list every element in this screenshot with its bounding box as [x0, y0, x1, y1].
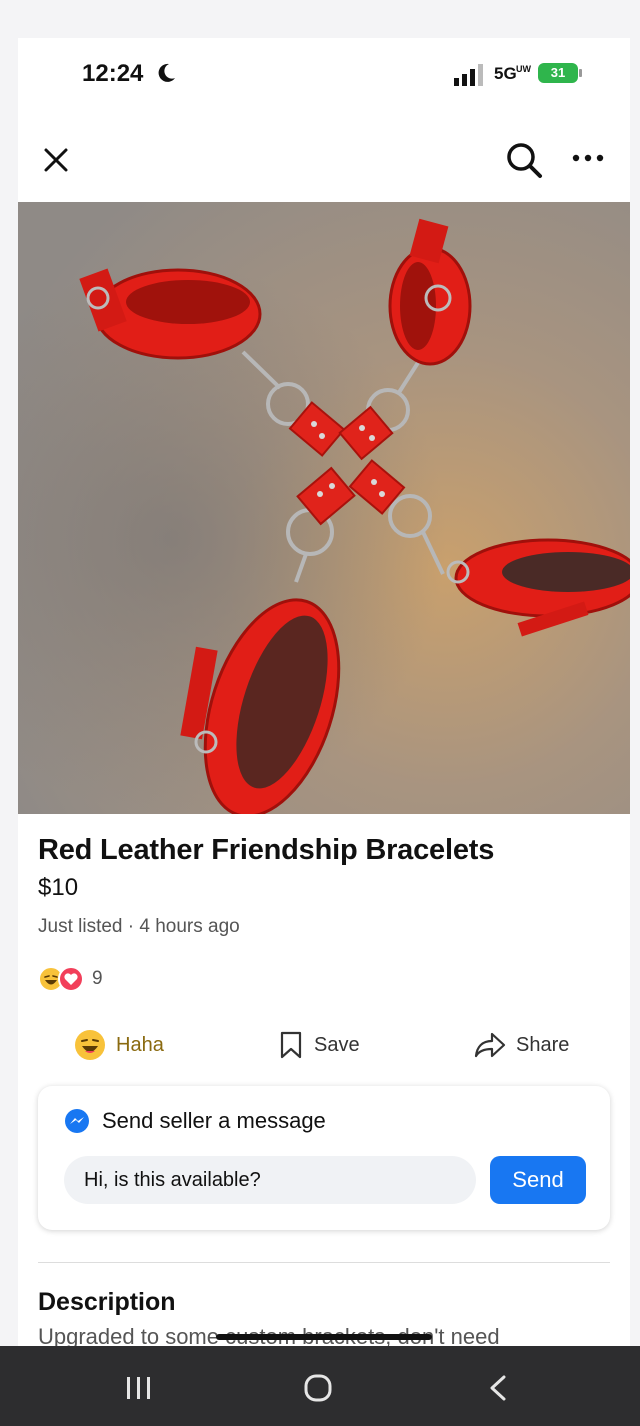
listing-price: $10	[38, 874, 79, 901]
share-button[interactable]: Share	[474, 1020, 569, 1070]
network-sub: UW	[516, 64, 531, 74]
more-icon[interactable]	[570, 146, 606, 170]
network-indicator: 5G	[494, 64, 517, 83]
close-icon	[44, 148, 68, 172]
reaction-count: 9	[92, 968, 103, 989]
description-heading: Description	[38, 1288, 176, 1316]
search-icon[interactable]	[504, 140, 544, 180]
message-heading-text: Send seller a message	[102, 1108, 326, 1133]
signal-icon	[454, 64, 483, 86]
back-icon[interactable]	[486, 1374, 510, 1402]
reaction-summary[interactable]: 9	[38, 964, 103, 994]
home-icon[interactable]	[303, 1374, 333, 1402]
battery-tip	[579, 69, 582, 77]
status-time: 12:24	[82, 60, 144, 87]
message-input[interactable]	[64, 1156, 476, 1204]
moon-icon	[158, 63, 175, 82]
share-icon	[474, 1032, 506, 1058]
message-seller-card: Send seller a message Send	[38, 1086, 610, 1230]
listing-meta: Just listed · 4 hours ago	[38, 916, 240, 937]
messenger-icon	[65, 1109, 89, 1133]
listing-title: Red Leather Friendship Bracelets	[38, 834, 495, 866]
bookmark-icon	[280, 1031, 302, 1059]
recents-icon[interactable]	[124, 1375, 154, 1401]
haha-label: Haha	[116, 1033, 164, 1056]
share-label: Share	[516, 1033, 570, 1056]
listing-photo[interactable]	[18, 202, 630, 814]
marketplace-listing-screen: 12:24 5G UW 31 Red Leather Friendship Br…	[18, 38, 630, 1346]
heart-icon	[58, 966, 84, 992]
close-button[interactable]	[38, 142, 74, 178]
divider	[38, 1262, 610, 1263]
home-indicator[interactable]	[216, 1334, 432, 1340]
save-label: Save	[314, 1033, 360, 1056]
haha-button[interactable]: Haha	[74, 1020, 164, 1070]
haha-icon	[75, 1030, 105, 1060]
send-button[interactable]: Send	[490, 1156, 586, 1204]
message-heading: Send seller a message	[64, 1108, 326, 1134]
battery-indicator: 31	[538, 63, 578, 83]
status-bar: 12:24 5G UW 31	[18, 38, 630, 116]
action-bar: Haha Save Share	[18, 1020, 630, 1070]
save-button[interactable]: Save	[278, 1020, 360, 1070]
